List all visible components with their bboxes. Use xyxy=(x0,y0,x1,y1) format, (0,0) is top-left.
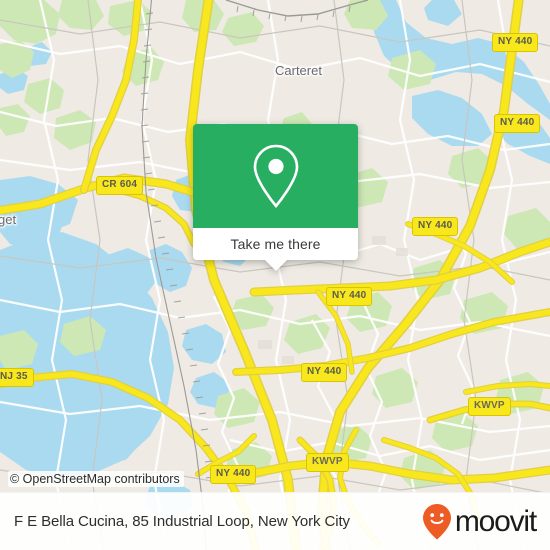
popup-footer[interactable]: Take me there xyxy=(193,228,358,271)
moovit-wordmark: moovit xyxy=(454,504,537,538)
location-title: F E Bella Cucina, 85 Industrial Loop, Ne… xyxy=(14,513,350,530)
map-pin-icon xyxy=(253,144,298,209)
road-shield-cr604: CR 604 xyxy=(96,176,144,195)
road-shield-ny440-2: NY 440 xyxy=(494,114,541,133)
road-shield-kwvp-1: KWVP xyxy=(468,397,511,416)
place-label-carteret: Carteret xyxy=(275,63,322,78)
road-shield-ny440-1: NY 440 xyxy=(492,33,539,52)
moovit-logo[interactable]: moovit xyxy=(422,503,537,541)
road-shield-ny440-5: NY 440 xyxy=(301,363,348,382)
road-shield-kwvp-2: KWVP xyxy=(306,453,349,472)
map-canvas[interactable]: Carteret get NY 440 NY 440 CR 604 NY 440… xyxy=(0,0,550,550)
openstreetmap-attribution[interactable]: © OpenStreetMap contributors xyxy=(8,471,184,487)
road-shield-ny440-4: NY 440 xyxy=(326,287,373,306)
road-shield-ny440-3: NY 440 xyxy=(412,217,459,236)
popup-header xyxy=(193,124,358,228)
map-popup-card[interactable]: Take me there xyxy=(193,124,358,271)
moovit-smiley-pin-icon xyxy=(422,503,451,539)
place-label-partial: get xyxy=(0,212,17,227)
take-me-there-label: Take me there xyxy=(230,236,321,252)
map-vector-layer xyxy=(0,0,550,550)
moovit-map-screenshot: Carteret get NY 440 NY 440 CR 604 NY 440… xyxy=(0,0,550,550)
bottom-info-bar: F E Bella Cucina, 85 Industrial Loop, Ne… xyxy=(0,492,550,550)
road-shield-ny440-6: NY 440 xyxy=(210,465,257,484)
popup-tail-pointer xyxy=(264,260,287,271)
road-shield-nj35: NJ 35 xyxy=(0,368,34,387)
